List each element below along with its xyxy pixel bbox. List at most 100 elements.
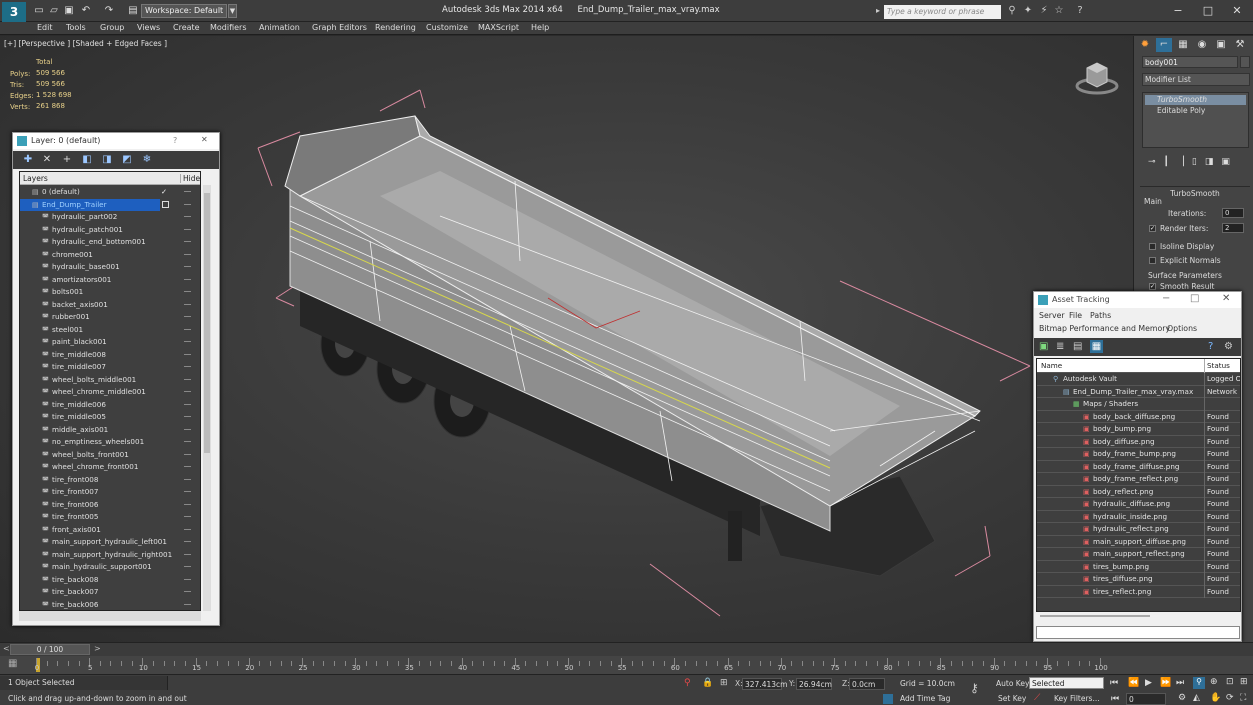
- y-coordinate-field[interactable]: 26.94cm: [796, 678, 832, 690]
- menu-tools[interactable]: Tools: [66, 23, 86, 32]
- hide-toggle[interactable]: [184, 466, 191, 467]
- hide-toggle[interactable]: [184, 228, 191, 230]
- explicit-normals-checkbox[interactable]: [1149, 257, 1156, 264]
- hide-toggle[interactable]: [184, 603, 191, 605]
- menu-bitmap-performance[interactable]: Bitmap Performance and Memory: [1039, 324, 1170, 333]
- close-button[interactable]: ✕: [201, 135, 208, 144]
- layer-row[interactable]: ◚ front_axis001: [20, 524, 200, 537]
- layer-row[interactable]: ◚ tire_front007: [20, 486, 200, 499]
- hide-toggle[interactable]: [184, 216, 191, 217]
- hide-toggle[interactable]: [184, 516, 191, 517]
- hide-toggle[interactable]: [184, 453, 191, 455]
- layer-hscrollbar[interactable]: [19, 611, 201, 621]
- menu-graph-editors[interactable]: Graph Editors: [312, 23, 367, 32]
- layer-row[interactable]: ◚ main_support_hydraulic_left001: [20, 536, 200, 549]
- zoom-icon[interactable]: ⚲: [1193, 677, 1205, 689]
- hide-toggle[interactable]: [184, 528, 191, 530]
- track-bar[interactable]: ▦ 0 5 10 15 20 25 30 35 40 45 50 55 60 65 70 75 80 85 90 95…: [0, 656, 1253, 674]
- display-tab-icon[interactable]: ▣: [1213, 38, 1229, 52]
- layer-row[interactable]: ◚ hydraulic_base001: [20, 261, 200, 274]
- table-view-icon[interactable]: ▦: [1090, 340, 1103, 353]
- asset-row[interactable]: ▣ body_back_diffuse.png Found: [1037, 410, 1240, 423]
- layer-row[interactable]: ◚ tire_front006: [20, 499, 200, 512]
- asset-row[interactable]: ▣ body_bump.png Found: [1037, 423, 1240, 436]
- layer-row[interactable]: ◚ wheel_bolts_middle001: [20, 374, 200, 387]
- hide-toggle[interactable]: [184, 316, 191, 317]
- layer-row[interactable]: ▤ 0 (default) ✓: [20, 186, 200, 199]
- list-view-icon[interactable]: ≣: [1056, 341, 1064, 352]
- layer-row[interactable]: ◚ wheel_bolts_front001: [20, 449, 200, 462]
- layer-row[interactable]: ◚ hydraulic_end_bottom001: [20, 236, 200, 249]
- x-coordinate-field[interactable]: 327.413cm: [742, 678, 787, 690]
- smooth-result-checkbox[interactable]: ✓: [1149, 283, 1156, 290]
- isoline-checkbox[interactable]: [1149, 243, 1156, 250]
- orbit-icon[interactable]: ⟳: [1226, 693, 1234, 703]
- minimize-button[interactable]: −: [1166, 3, 1190, 19]
- motion-tab-icon[interactable]: ◉: [1194, 38, 1210, 52]
- menu-maxscript[interactable]: MAXScript: [478, 23, 519, 32]
- prev-frame-icon[interactable]: <: [3, 644, 10, 653]
- menu-customize[interactable]: Customize: [426, 23, 468, 32]
- key-filters-button[interactable]: Key Filters...: [1054, 694, 1100, 703]
- asset-row[interactable]: ▣ body_reflect.png Found: [1037, 485, 1240, 498]
- menu-create[interactable]: Create: [173, 23, 200, 32]
- hide-toggle[interactable]: [184, 191, 191, 192]
- hide-toggle[interactable]: [184, 341, 191, 342]
- hide-toggle[interactable]: [184, 378, 191, 380]
- menu-paths[interactable]: Paths: [1090, 311, 1111, 320]
- hide-toggle[interactable]: [184, 391, 191, 392]
- auto-key-button[interactable]: Auto Key: [996, 679, 1029, 688]
- stack-item-editable-poly[interactable]: Editable Poly: [1145, 106, 1246, 116]
- play-icon[interactable]: ▶: [1145, 678, 1152, 688]
- asset-window-header[interactable]: Asset Tracking − □ ✕: [1034, 292, 1241, 308]
- hide-toggle[interactable]: [184, 478, 191, 480]
- hide-toggle[interactable]: [184, 503, 191, 505]
- col-status[interactable]: Status: [1207, 359, 1230, 373]
- modify-tab-icon[interactable]: ⌐: [1156, 38, 1172, 52]
- workspace-dropdown[interactable]: Workspace: Default: [141, 4, 227, 18]
- layer-row[interactable]: ◚ tire_back006: [20, 599, 200, 611]
- layer-row[interactable]: ◚ hydraulic_patch001: [20, 224, 200, 237]
- select-in-layer-icon[interactable]: ◧: [80, 154, 94, 166]
- hide-toggle[interactable]: [184, 203, 191, 205]
- freeze-all-icon[interactable]: ❄: [140, 154, 154, 166]
- hide-toggle[interactable]: [184, 441, 191, 442]
- layer-row[interactable]: ◚ wheel_chrome_front001: [20, 461, 200, 474]
- mini-curve-editor-icon[interactable]: ▦: [8, 658, 17, 669]
- col-name[interactable]: Name: [1041, 359, 1062, 373]
- layer-row[interactable]: ◚ hydraulic_part002: [20, 211, 200, 224]
- hide-toggle[interactable]: [184, 253, 191, 255]
- hide-toggle[interactable]: [184, 241, 191, 242]
- pan-icon[interactable]: ✋: [1210, 693, 1221, 703]
- minimize-button[interactable]: −: [1162, 293, 1170, 304]
- time-config-icon[interactable]: ⚙: [1178, 693, 1186, 703]
- layer-window-header[interactable]: Layer: 0 (default) ? ✕: [13, 133, 219, 149]
- open-file-icon[interactable]: ▱: [48, 5, 60, 17]
- new-file-icon[interactable]: ▭: [33, 5, 45, 17]
- asset-row[interactable]: ▣ body_frame_bump.png Found: [1037, 448, 1240, 461]
- isolate-icon[interactable]: ⚲: [684, 678, 691, 688]
- default-in-out-tangent-icon[interactable]: ⟋: [1034, 693, 1040, 703]
- help-icon[interactable]: ?: [1074, 5, 1086, 17]
- scroll-thumb[interactable]: [204, 193, 210, 453]
- asset-row[interactable]: ▣ main_support_reflect.png Found: [1037, 548, 1240, 561]
- viewcube[interactable]: [1075, 58, 1119, 98]
- layer-row[interactable]: ◚ paint_black001: [20, 336, 200, 349]
- asset-row[interactable]: ▣ hydraulic_diffuse.png Found: [1037, 498, 1240, 511]
- layer-row[interactable]: ◚ backet_axis001: [20, 299, 200, 312]
- hide-toggle[interactable]: [184, 491, 191, 492]
- hide-toggle[interactable]: [184, 266, 191, 267]
- add-time-tag[interactable]: Add Time Tag: [900, 694, 950, 703]
- hide-toggle[interactable]: [184, 278, 191, 280]
- asset-row[interactable]: ▣ body_frame_reflect.png Found: [1037, 473, 1240, 486]
- chevron-down-icon[interactable]: ▼: [228, 4, 237, 18]
- menu-animation[interactable]: Animation: [259, 23, 300, 32]
- asset-row[interactable]: ▣ tires_reflect.png Found: [1037, 585, 1240, 598]
- new-layer-icon[interactable]: ✚: [21, 154, 35, 166]
- go-to-end-icon[interactable]: ⏭: [1176, 678, 1184, 688]
- search-expand-icon[interactable]: ▸: [876, 6, 880, 15]
- current-layer-check-icon[interactable]: ✓: [161, 186, 167, 198]
- utilities-tab-icon[interactable]: ⚒: [1232, 38, 1248, 52]
- maximize-button[interactable]: □: [1190, 293, 1199, 304]
- search-input[interactable]: Type a keyword or phrase: [884, 5, 1001, 19]
